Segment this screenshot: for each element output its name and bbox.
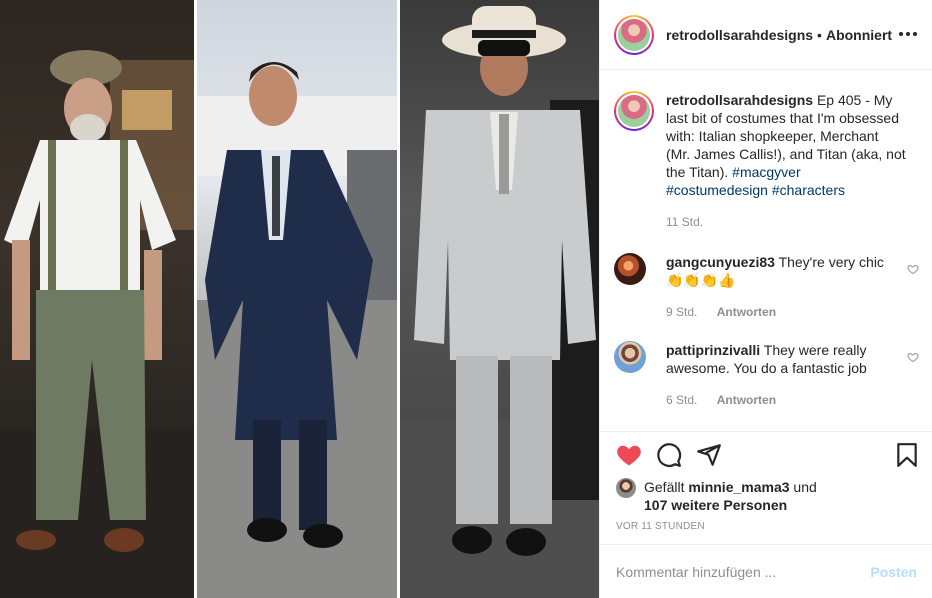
comment-text: pattiprinzivalli They were really awesom… [666,341,906,377]
commenter-username[interactable]: pattiprinzivalli [666,342,760,358]
caption-time: 11 Std. [666,215,704,229]
likes-text: Gefällt minnie_mama3 und 107 weitere Per… [644,478,844,514]
liker-avatar[interactable] [616,478,636,498]
comment-meta: 6 Std. Antworten [666,393,776,407]
post-header: retrodollsarahdesigns • Abonniert [600,0,932,70]
comment-input[interactable] [616,563,856,580]
follow-status-button[interactable]: Abonniert [826,27,892,43]
post-sidebar: retrodollsarahdesigns • Abonniert retrod… [599,0,932,598]
commenter-avatar[interactable] [614,253,646,285]
action-icons [614,442,919,472]
author-avatar[interactable] [614,14,654,55]
post-media[interactable] [0,0,599,598]
photo-panel-titan [400,0,599,598]
heart-outline-icon[interactable] [907,351,919,363]
commenter-username[interactable]: gangcunyuezi83 [666,254,775,270]
more-options-icon[interactable] [899,24,917,44]
post-view: retrodollsarahdesigns • Abonniert retrod… [0,0,932,598]
caption-text: retrodollsarahdesigns Ep 405 - My last b… [666,91,906,199]
comment-text: gangcunyuezi83 They're very chic 👏👏👏👍 [666,253,906,289]
hashtag-link[interactable]: #costumedesign [666,182,768,198]
caption-username[interactable]: retrodollsarahdesigns [666,92,813,108]
caption-avatar[interactable] [614,91,654,131]
likes-others-link[interactable]: 107 weitere Personen [644,497,787,513]
comment-body: They're very chic [778,254,884,270]
comments-list[interactable]: retrodollsarahdesigns Ep 405 - My last b… [600,71,932,431]
bookmark-icon[interactable] [894,442,920,468]
share-icon[interactable] [696,442,722,468]
reply-button[interactable]: Antworten [717,393,776,407]
comment-composer: Posten [600,544,932,598]
photo-panel-shopkeeper [0,0,194,598]
post-comment-button[interactable]: Posten [870,564,917,580]
comment-emoji: 👏👏👏👍 [666,272,736,288]
hashtag-link[interactable]: #characters [772,182,845,198]
comment-meta: 9 Std. Antworten [666,305,776,319]
photo-titan [400,6,599,598]
heart-outline-icon[interactable] [907,263,919,275]
likes-middle: und [793,479,817,495]
reply-button[interactable]: Antworten [717,305,776,319]
header-separator: • [817,26,822,43]
likes-prefix: Gefällt [644,479,685,495]
photo-merchant [197,62,397,598]
comment-icon[interactable] [656,442,682,468]
commenter-avatar[interactable] [614,341,646,373]
photo-panel-merchant [197,0,397,598]
post-timestamp[interactable]: VOR 11 STUNDEN [616,521,705,532]
comment-time: 6 Std. [666,393,698,407]
likes-summary: Gefällt minnie_mama3 und 107 weitere Per… [616,478,844,514]
photo-shopkeeper [0,50,194,598]
liker-username[interactable]: minnie_mama3 [688,479,789,495]
heart-filled-icon[interactable] [616,442,642,468]
author-username[interactable]: retrodollsarahdesigns [666,27,813,43]
hashtag-link[interactable]: #macgyver [732,164,800,180]
comment-time: 9 Std. [666,305,698,319]
action-bar: Gefällt minnie_mama3 und 107 weitere Per… [600,431,932,544]
